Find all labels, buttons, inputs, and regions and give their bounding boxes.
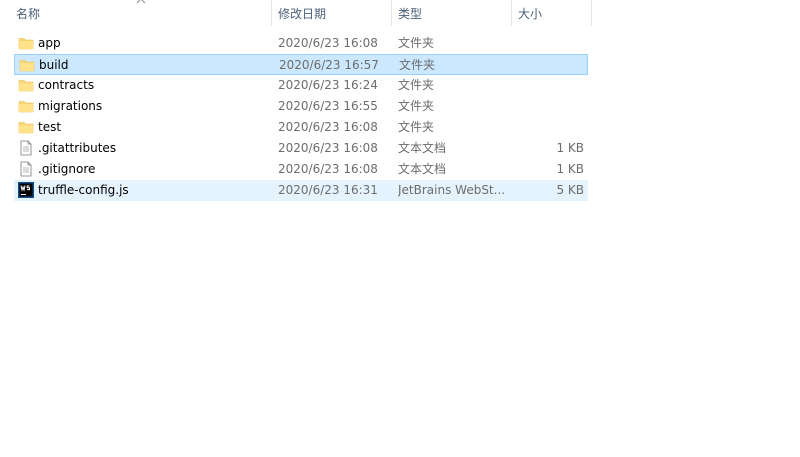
file-modified-date: 2020/6/23 16:08 (278, 36, 378, 50)
file-type: 文件夹 (398, 99, 435, 113)
file-type: 文件夹 (398, 78, 435, 92)
file-modified-date: 2020/6/23 16:24 (278, 78, 378, 92)
folder-icon (18, 122, 34, 134)
text-file-icon (20, 140, 32, 156)
column-header-date[interactable]: 修改日期 (272, 0, 392, 26)
file-type: JetBrains WebSt... (398, 183, 506, 197)
folder-icon (18, 101, 34, 113)
file-row[interactable]: .gitignore 2020/6/23 16:08 文本文档 1 KB (14, 159, 588, 180)
file-name: migrations (38, 99, 103, 113)
folder-icon (19, 60, 35, 72)
file-name: .gitignore (38, 162, 96, 176)
file-row[interactable]: truffle-config.js 2020/6/23 16:31 JetBrain… (14, 180, 588, 201)
folder-icon (18, 80, 34, 92)
file-modified-date: 2020/6/23 16:08 (278, 120, 378, 134)
file-name: build (39, 58, 69, 72)
file-size: 1 KB (556, 141, 584, 155)
column-header-type[interactable]: 类型 (392, 0, 512, 26)
webstorm-icon (18, 182, 34, 198)
file-row[interactable]: test 2020/6/23 16:08 文件夹 (14, 117, 588, 138)
text-file-icon (20, 161, 32, 177)
file-name: .gitattributes (38, 141, 117, 155)
file-type: 文件夹 (399, 58, 436, 72)
file-size: 5 KB (556, 183, 584, 197)
file-name: truffle-config.js (38, 183, 129, 197)
file-name: app (38, 36, 61, 50)
column-header-name[interactable]: 名称 (10, 0, 272, 26)
file-type: 文件夹 (398, 120, 435, 134)
file-row[interactable]: .gitattributes 2020/6/23 16:08 文本文档 1 KB (14, 138, 588, 159)
file-modified-date: 2020/6/23 16:57 (279, 58, 379, 72)
file-list: app 2020/6/23 16:08 文件夹 build 2020/6/23 16:… (14, 33, 588, 201)
file-row[interactable]: migrations 2020/6/23 16:55 文件夹 (14, 96, 588, 117)
file-type: 文本文档 (398, 141, 447, 155)
file-type: 文件夹 (398, 36, 435, 50)
column-header-size[interactable]: 大小 (512, 0, 592, 26)
file-name: contracts (38, 78, 95, 92)
file-modified-date: 2020/6/23 16:31 (278, 183, 378, 197)
file-size: 1 KB (556, 162, 584, 176)
column-header-bar: 名称 修改日期 类型 大小 (0, 0, 592, 26)
file-type: 文本文档 (398, 162, 447, 176)
file-row[interactable]: build 2020/6/23 16:57 文件夹 (14, 54, 588, 75)
file-name: test (38, 120, 62, 134)
file-row[interactable]: contracts 2020/6/23 16:24 文件夹 (14, 75, 588, 96)
file-modified-date: 2020/6/23 16:08 (278, 141, 378, 155)
file-row[interactable]: app 2020/6/23 16:08 文件夹 (14, 33, 588, 54)
file-modified-date: 2020/6/23 16:55 (278, 99, 378, 113)
folder-icon (18, 38, 34, 50)
file-modified-date: 2020/6/23 16:08 (278, 162, 378, 176)
